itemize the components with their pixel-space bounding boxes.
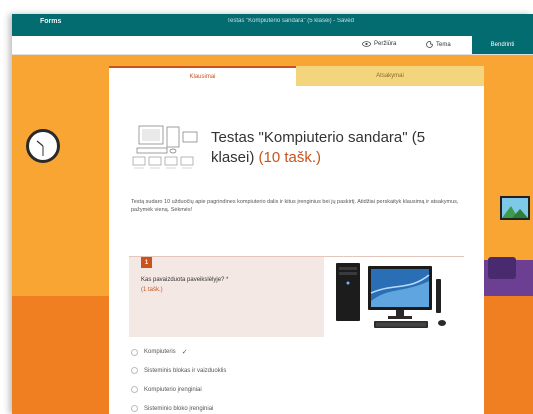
toolbar: Peržiūra Tema Bendrinti (12, 36, 533, 55)
background-book (488, 257, 516, 279)
app-brand[interactable]: Forms (40, 18, 61, 25)
option-label: Kompiuterio įrenginiai (144, 386, 202, 393)
option-sisteminio-bloko-irenginiai[interactable]: Sisteminio bloko įrenginiai (131, 405, 213, 412)
forms-window: Forms Testas "Kompiuterio sandara" (5 kl… (12, 14, 533, 414)
preview-button[interactable]: Peržiūra (362, 41, 396, 47)
option-sisteminis-blokas[interactable]: Sisteminis blokas ir vaizduoklis (131, 367, 226, 374)
theme-label: Tema (436, 41, 451, 48)
tab-responses[interactable]: Atsakymai (296, 66, 484, 86)
eye-icon (362, 41, 371, 47)
radio-button[interactable] (131, 386, 138, 393)
form-tabs: Klausimai Atsakymai (109, 66, 484, 86)
form-points: (10 tašk.) (258, 149, 322, 166)
app-header: Forms Testas "Kompiuterio sandara" (5 kl… (12, 14, 533, 36)
form-card: Klausimai Atsakymai Testas "Kompiuterio … (109, 66, 484, 414)
form-title[interactable]: Testas "Kompiuterio sandara" (5 klasei) … (211, 128, 471, 168)
share-button[interactable]: Bendrinti (472, 36, 533, 54)
radio-button[interactable] (131, 405, 138, 412)
question-number-badge: 1 (141, 257, 152, 268)
palette-icon (426, 41, 433, 48)
document-title: Testas "Kompiuterio sandara" (5 klasei) … (227, 18, 354, 24)
checkmark-icon: ✓ (181, 349, 188, 356)
option-kompiuterio-irenginiai[interactable]: Kompiuterio įrenginiai (131, 386, 202, 393)
question-points: (1 tašk.) (141, 287, 163, 293)
preview-label: Peržiūra (374, 41, 397, 47)
option-label: Sisteminis blokas ir vaizduoklis (144, 367, 227, 374)
computer-parts-illustration (131, 124, 201, 170)
theme-button[interactable]: Tema (426, 41, 451, 48)
question-card[interactable]: 1 Kas pavaizduota paveikslėlyje? * (1 ta… (129, 256, 464, 337)
tab-questions[interactable]: Klausimai (109, 66, 296, 86)
radio-button[interactable] (131, 348, 138, 356)
picture-frame-illustration (500, 196, 530, 220)
option-kompiuteris[interactable]: Kompiuteris ✓ (131, 348, 188, 356)
question-image-computer (324, 257, 464, 337)
question-text: Kas pavaizduota paveikslėlyje? * (141, 277, 229, 283)
clock-illustration (26, 129, 60, 163)
radio-button[interactable] (131, 367, 138, 374)
option-label: Sisteminio bloko įrenginiai (144, 405, 214, 412)
option-label: Kompiuteris (144, 349, 176, 355)
form-description[interactable]: Testą sudaro 10 užduočių apie pagrindine… (131, 198, 469, 214)
